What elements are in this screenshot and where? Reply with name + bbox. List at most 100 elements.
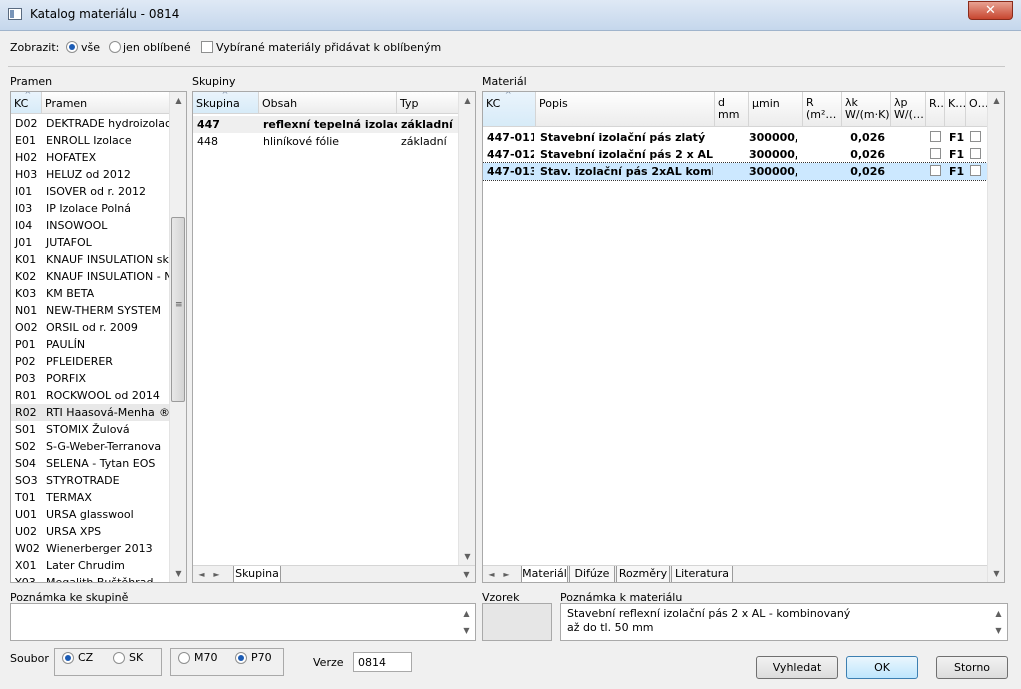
scroll-up-icon[interactable]: ▲ xyxy=(458,606,475,622)
o-checkbox[interactable] xyxy=(970,148,981,159)
scroll-down-icon[interactable]: ▼ xyxy=(459,548,475,565)
column-skupina[interactable]: ^ Skupina xyxy=(193,92,259,113)
scroll-right-icon[interactable]: ► xyxy=(208,566,225,582)
table-row[interactable]: 447 reflexní tepelná izolace základní xyxy=(193,116,458,133)
list-item[interactable]: T01 TERMAX xyxy=(11,489,169,506)
close-icon: ✕ xyxy=(985,3,996,18)
scroll-up-icon[interactable]: ▲ xyxy=(988,92,1004,109)
scroll-down-icon[interactable]: ▼ xyxy=(988,565,1004,582)
list-item[interactable]: K01KNAUF INSULATION skelr xyxy=(11,251,169,268)
search-button[interactable]: Vyhledat xyxy=(756,656,838,679)
radio-cz[interactable] xyxy=(62,652,74,664)
list-item[interactable]: P03 PORFIX xyxy=(11,370,169,387)
list-item[interactable]: E01 ENROLL Izolace xyxy=(11,132,169,149)
list-item[interactable]: R02 RTI Haasová-Menhart ® xyxy=(11,404,169,421)
skupiny-list[interactable]: ^ Skupina Obsah Typ 447 reflexní tepelná… xyxy=(192,91,476,583)
r-checkbox[interactable] xyxy=(930,148,941,159)
scroll-down-icon[interactable]: ▼ xyxy=(170,565,186,582)
o-checkbox[interactable] xyxy=(970,131,981,142)
column-r-check[interactable]: R… xyxy=(926,92,945,126)
list-item[interactable]: N01 NEW-THERM SYSTEM xyxy=(11,302,169,319)
column-d[interactable]: d mm xyxy=(715,92,749,126)
grip-icon: ≡ xyxy=(175,300,183,310)
radio-m70[interactable] xyxy=(178,652,190,664)
material-list[interactable]: ^ KC Popis d mm µmin R (m²… λk W/(m·K) λp W/… xyxy=(482,91,1005,583)
table-row[interactable]: 447-013 Stav. izolační pás 2xAL kombi. 300… xyxy=(483,162,988,181)
list-item[interactable]: I04 INSOWOOL xyxy=(11,217,169,234)
r-checkbox[interactable] xyxy=(930,165,941,176)
column-kc[interactable]: ^ KC xyxy=(11,92,42,113)
language-group: CZ SK xyxy=(54,648,162,676)
cancel-button[interactable]: Storno xyxy=(936,656,1008,679)
list-item[interactable]: H03 HELUZ od 2012 xyxy=(11,166,169,183)
radio-p70[interactable] xyxy=(235,652,247,664)
list-item[interactable]: Y03Megalith Buštěhrad xyxy=(11,574,169,582)
scroll-down-icon[interactable]: ▼ xyxy=(458,566,475,582)
skupiny-scrollbar[interactable]: ▲ ▼ xyxy=(458,92,475,565)
scroll-down-icon[interactable]: ▼ xyxy=(458,623,475,639)
radio-all[interactable] xyxy=(66,41,78,53)
table-row[interactable]: 447-011 Stavební izolační pás zlatý 300000… xyxy=(483,129,987,146)
list-item[interactable]: W02 Wienerberger 2013 xyxy=(11,540,169,557)
list-item[interactable]: S04 SELENA - Tytan EOS xyxy=(11,455,169,472)
scroll-thumb[interactable]: ≡ xyxy=(171,217,185,402)
pramen-rows: D02 DEKTRADE hydroizolace E01 ENROLL Izolac… xyxy=(11,115,169,582)
scroll-up-icon[interactable]: ▲ xyxy=(170,92,186,109)
radio-sk[interactable] xyxy=(113,652,125,664)
list-item[interactable]: U01 URSA glasswool xyxy=(11,506,169,523)
list-item[interactable]: P01 PAULÍN xyxy=(11,336,169,353)
scroll-right-icon[interactable]: ► xyxy=(498,566,515,582)
list-item[interactable]: R01 ROCKWOOL od 2014 xyxy=(11,387,169,404)
table-row[interactable]: 448 hliníkové fólie základní xyxy=(193,133,458,150)
column-kc[interactable]: ^ KC xyxy=(483,92,536,126)
scroll-up-icon[interactable]: ▲ xyxy=(990,606,1007,622)
column-pramen[interactable]: Pramen xyxy=(42,92,169,113)
column-k[interactable]: K… xyxy=(945,92,966,126)
pramen-list[interactable]: ^ KC Pramen D02 DEKTRADE hydroizolace E01 E… xyxy=(10,91,187,583)
tab-material[interactable]: Materiál xyxy=(521,566,568,582)
list-item[interactable]: S02 S-G-Weber-Terranova xyxy=(11,438,169,455)
pramen-scrollbar[interactable]: ▲ ≡ ▼ xyxy=(169,92,186,582)
list-item[interactable]: D02 DEKTRADE hydroizolace xyxy=(11,115,169,132)
tab-rozmery[interactable]: Rozměry xyxy=(616,566,670,582)
list-item[interactable]: K02 KNAUF INSULATION - Nol xyxy=(11,268,169,285)
add-favorites-checkbox[interactable] xyxy=(201,41,213,53)
list-item[interactable]: SO3 STYROTRADE xyxy=(11,472,169,489)
tab-skupina[interactable]: Skupina xyxy=(233,566,281,582)
o-checkbox[interactable] xyxy=(970,165,981,176)
column-lambda-p[interactable]: λp W/(… xyxy=(891,92,926,126)
column-o[interactable]: O… xyxy=(966,92,987,126)
list-item[interactable]: S01 STOMIX Žulová xyxy=(11,421,169,438)
list-item[interactable]: I01 ISOVER od r. 2012 xyxy=(11,183,169,200)
add-favorites-label: Vybírané materiály přidávat k oblíbeným xyxy=(216,41,442,54)
list-item[interactable]: X01 Later Chrudim xyxy=(11,557,169,574)
column-typ[interactable]: Typ xyxy=(397,92,458,113)
r-checkbox[interactable] xyxy=(930,131,941,142)
tab-literatura[interactable]: Literatura xyxy=(671,566,733,582)
radio-favorites[interactable] xyxy=(109,41,121,53)
column-popis[interactable]: Popis xyxy=(536,92,715,126)
close-button[interactable]: ✕ xyxy=(968,1,1013,20)
verze-field[interactable]: 0814 xyxy=(353,652,412,672)
scroll-up-icon[interactable]: ▲ xyxy=(459,92,475,109)
list-item[interactable]: O02 ORSIL od r. 2009 xyxy=(11,319,169,336)
list-item[interactable]: K03 KM BETA xyxy=(11,285,169,302)
list-item[interactable]: H02 HOFATEX xyxy=(11,149,169,166)
list-item[interactable]: I03 IP Izolace Polná xyxy=(11,200,169,217)
list-item[interactable]: J01 JUTAFOL xyxy=(11,234,169,251)
column-r[interactable]: R (m²… xyxy=(803,92,842,126)
list-item[interactable]: U02 URSA XPS xyxy=(11,523,169,540)
column-obsah[interactable]: Obsah xyxy=(259,92,397,113)
tab-difuze[interactable]: Difúze xyxy=(569,566,615,582)
material-note-field[interactable]: Stavební reflexní izolační pás 2 x AL - … xyxy=(560,603,1008,641)
group-note-field[interactable]: ▲ ▼ xyxy=(10,603,476,641)
radio-favorites-label: jen oblíbené xyxy=(123,41,191,54)
ok-button[interactable]: OK xyxy=(846,656,918,679)
column-lambda-k[interactable]: λk W/(m·K) xyxy=(842,92,891,126)
sample-preview xyxy=(482,603,552,641)
scroll-down-icon[interactable]: ▼ xyxy=(990,623,1007,639)
column-mu[interactable]: µmin xyxy=(749,92,803,126)
list-item[interactable]: P02 PFLEIDERER xyxy=(11,353,169,370)
material-scrollbar[interactable]: ▲ ▼ xyxy=(987,92,1004,582)
table-row[interactable]: 447-012 Stavební izolační pás 2 x AL 30000… xyxy=(483,146,987,163)
